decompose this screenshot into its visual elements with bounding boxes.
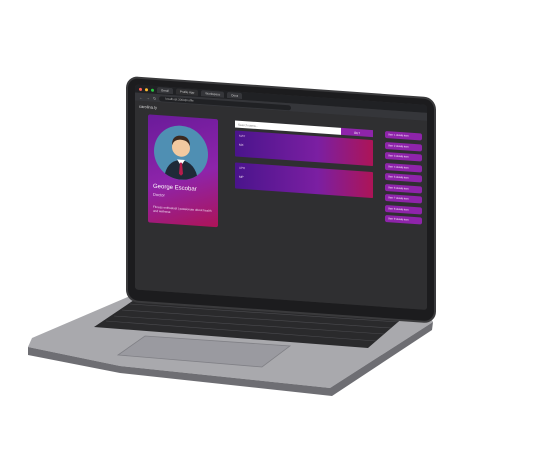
profile-card: George Escobar Doctor Fitness enthusiast… [148, 114, 218, 228]
list-item[interactable]: User 6 details item [385, 183, 422, 194]
list-item[interactable]: User 5 details item [385, 172, 422, 183]
result-title: MAY [239, 133, 246, 139]
laptop-screen-lid: Gmail Profile App Workspace Docs ← → ↻ l… [128, 78, 434, 322]
list-item[interactable]: User 8 details item [385, 204, 422, 215]
browser-tab-4[interactable]: Docs [227, 91, 243, 99]
list-item[interactable]: User 1 details item [385, 130, 422, 141]
app-brand[interactable]: carolina.ly [139, 104, 157, 110]
maximize-window-icon[interactable] [151, 88, 154, 92]
profile-bio: Fitness enthusiast | passionate about he… [153, 204, 212, 214]
list-item[interactable]: User 7 details item [385, 193, 422, 204]
result-card[interactable]: MAY MX [235, 130, 373, 167]
result-subtitle: MX [239, 142, 244, 148]
list-item[interactable]: User 2 details item [385, 141, 422, 152]
result-subtitle: MP [239, 174, 244, 180]
list-item[interactable]: User 3 details item [385, 151, 422, 162]
reload-icon[interactable]: ↻ [153, 95, 156, 100]
forward-arrow-icon[interactable]: → [146, 95, 150, 100]
browser-tab-1[interactable]: Gmail [157, 87, 173, 95]
profile-role: Doctor [153, 191, 165, 198]
app-page: carolina.ly George Escobar Doctor Fitnes… [135, 100, 427, 310]
back-arrow-icon[interactable]: ← [139, 94, 143, 99]
laptop-mockup-scene: Gmail Profile App Workspace Docs ← → ↻ l… [0, 0, 535, 466]
result-title: APR [239, 165, 246, 171]
minimize-window-icon[interactable] [145, 87, 148, 91]
close-window-icon[interactable] [139, 87, 142, 91]
list-item[interactable]: User 9 details item [385, 214, 422, 225]
list-item[interactable]: User 4 details item [385, 162, 422, 173]
side-list: User 1 details item User 2 details item … [385, 130, 422, 225]
person-avatar-icon [154, 123, 208, 182]
get-button[interactable]: GET [341, 127, 373, 138]
result-card[interactable]: APR MP [235, 162, 373, 199]
screen: Gmail Profile App Workspace Docs ← → ↻ l… [135, 84, 427, 310]
